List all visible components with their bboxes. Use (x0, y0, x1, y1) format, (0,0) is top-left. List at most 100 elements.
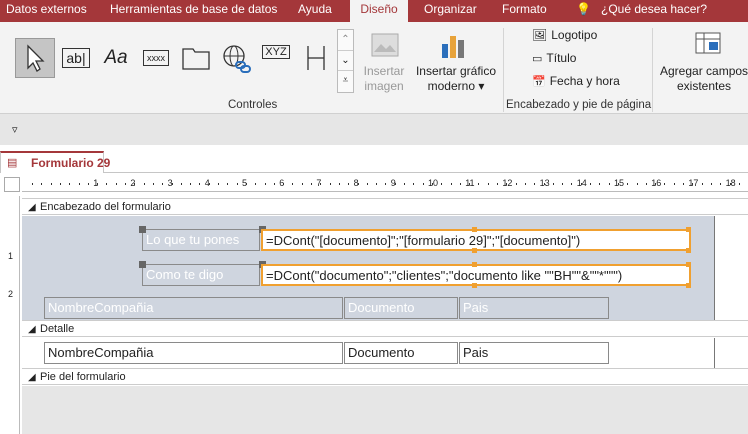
ruler-tick-label: 10 (428, 178, 439, 188)
ruler-tick-label: 17 (688, 178, 699, 188)
add-existing-fields-button[interactable]: Agregar campos existentes (660, 64, 748, 94)
resize-handle[interactable] (472, 262, 477, 267)
tab-diseno[interactable]: Diseño (350, 0, 408, 22)
ruler-tick-mark (218, 183, 219, 185)
hyperlink-tool-icon[interactable] (216, 38, 256, 78)
tab-herramientas-bd[interactable]: Herramientas de base de datos (110, 0, 277, 22)
ruler-tick-mark (422, 183, 424, 185)
label-pais[interactable]: Pais (459, 297, 609, 319)
resize-handle[interactable] (472, 248, 477, 253)
ruler-tick-mark (543, 183, 545, 185)
ruler-tick-mark (180, 183, 182, 185)
ruler-tick-mark (404, 183, 405, 185)
form-width-edge (714, 216, 715, 321)
field-pais[interactable]: Pais (459, 342, 609, 364)
logo-button[interactable]: 🖼 Logotipo (532, 28, 597, 42)
group-divider (652, 28, 653, 112)
insert-image-button[interactable]: Insertar imagen (358, 64, 410, 94)
form-header-blank (714, 216, 748, 321)
select-arrow-tool-icon[interactable] (15, 38, 55, 78)
field-documento[interactable]: Documento (344, 342, 458, 364)
ruler-tick-mark (41, 183, 43, 185)
field-nombre-compania[interactable]: NombreCompañia (44, 342, 343, 364)
move-handle[interactable] (139, 226, 146, 233)
ruler-tick-mark (441, 183, 443, 185)
ruler-tick-mark (413, 183, 415, 185)
ruler-tick-mark (599, 183, 601, 185)
ruler-tick-mark (450, 183, 452, 185)
resize-handle[interactable] (472, 283, 477, 288)
ruler-tick-mark (683, 183, 684, 185)
title-button[interactable]: ▭ Título (532, 51, 576, 65)
chevron-down-icon[interactable]: ⌄ (338, 50, 353, 70)
label-nombre-compania[interactable]: NombreCompañia (44, 297, 343, 319)
textbox-tool-icon[interactable]: ab| (56, 38, 96, 78)
ruler-tick-mark (497, 183, 498, 185)
ribbon: ab| Aa xxxx XYZ ⌃ ⌄ ⩡ Insertar imagen In… (0, 22, 748, 114)
resize-handle[interactable] (686, 227, 691, 232)
tab-ayuda[interactable]: Ayuda (298, 0, 332, 22)
tab-formato[interactable]: Formato (502, 0, 547, 22)
group-label-encabezado: Encabezado y pie de página (506, 99, 652, 111)
ruler-tick-mark (329, 183, 331, 185)
page-break-tool-icon[interactable] (296, 38, 336, 78)
label-lo-que-tu-pones[interactable]: Lo que tu pones (142, 229, 260, 251)
ruler-tick-mark (32, 183, 33, 185)
ruler-tick-mark (729, 183, 731, 185)
group-label-controles: Controles (228, 99, 278, 111)
section-header-bar[interactable]: ◢ Encabezado del formulario (22, 198, 748, 215)
ruler-tick-mark (134, 183, 136, 185)
section-footer-bar[interactable]: ◢ Pie del formulario (22, 368, 748, 385)
date-time-button[interactable]: 📅 Fecha y hora (532, 74, 620, 88)
ruler-tick-mark (431, 183, 433, 185)
ruler-tick-mark (264, 183, 266, 185)
resize-handle[interactable] (686, 283, 691, 288)
ruler-tick-mark (673, 183, 675, 185)
doctab-baseline (0, 172, 748, 173)
gallery-more-icon[interactable]: ⩡ (338, 70, 353, 92)
tab-organizar[interactable]: Organizar (424, 0, 477, 22)
ruler-tick-mark (97, 183, 99, 185)
vruler-tick: 1 (8, 251, 14, 261)
customize-qat-icon[interactable]: ▿ (12, 123, 18, 136)
section-arrow-icon: ◢ (28, 202, 36, 213)
label-como-te-digo[interactable]: Como te digo (142, 264, 260, 286)
title-icon: ▭ (532, 52, 543, 65)
chevron-up-icon[interactable]: ⌃ (338, 30, 353, 50)
label-tool-icon[interactable]: Aa (96, 38, 136, 78)
lightbulb-icon: 💡 (576, 2, 591, 16)
ruler-tick-mark (348, 183, 350, 185)
ruler-tick-mark (710, 183, 712, 185)
resize-handle[interactable] (686, 248, 691, 253)
ruler-corner[interactable] (4, 177, 20, 192)
design-canvas-blank (22, 386, 748, 434)
vertical-ruler: 1 2 (4, 196, 20, 434)
button-tool-icon[interactable]: xxxx (136, 38, 176, 78)
resize-handle[interactable] (686, 262, 691, 267)
navigation-control-tool-icon[interactable]: XYZ (256, 38, 296, 78)
quick-access-toolbar: ▿ (0, 115, 748, 145)
resize-handle[interactable] (472, 227, 477, 232)
tell-me-search[interactable]: ¿Qué desea hacer? (601, 0, 707, 22)
ruler-tick-mark (645, 183, 647, 185)
ruler-tick-mark (590, 183, 591, 185)
ruler-tick-mark (171, 183, 173, 185)
label-documento[interactable]: Documento (344, 297, 458, 319)
section-detail-bar[interactable]: ◢ Detalle (22, 320, 748, 337)
ruler-tick-mark (562, 183, 564, 185)
ruler-tick-label: 12 (502, 178, 513, 188)
section-arrow-icon: ◢ (28, 372, 36, 383)
ruler-tick-mark (338, 183, 340, 185)
ruler-tick-mark (59, 183, 61, 185)
gallery-scroll[interactable]: ⌃ ⌄ ⩡ (337, 29, 354, 93)
image-icon (370, 32, 400, 58)
ruler-tick-mark (273, 183, 275, 185)
ruler-tick-mark (515, 183, 517, 185)
ruler-tick-mark (320, 183, 322, 185)
ruler-tick-mark (311, 183, 312, 185)
tab-control-tool-icon[interactable] (176, 38, 216, 78)
tab-datos-externos[interactable]: Datos externos (6, 0, 87, 22)
document-tab[interactable]: ▤ Formulario 29 (0, 151, 110, 173)
move-handle[interactable] (139, 261, 146, 268)
insert-chart-button[interactable]: Insertar gráfico moderno ▾ (410, 64, 502, 94)
